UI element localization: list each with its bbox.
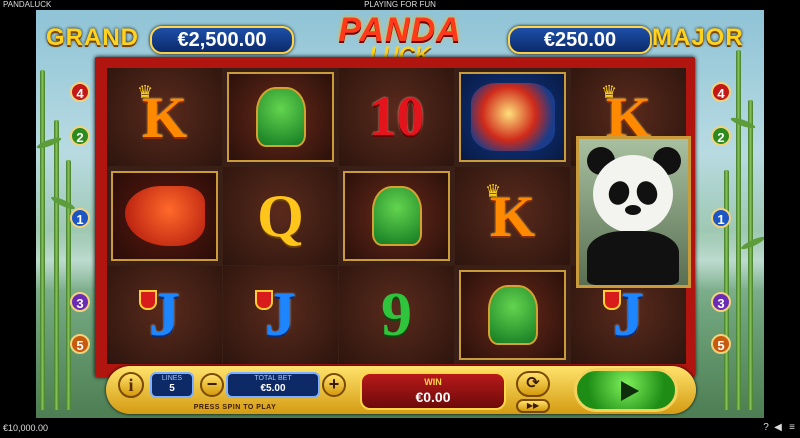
crown-icon: ♛ [137,82,154,102]
bamboo-stalk [724,170,729,410]
symbol-k: ♛ K [107,68,222,166]
payline-badge-right[interactable]: 4 [711,82,731,102]
play-icon [621,381,639,401]
win-value: €0.00 [415,389,451,405]
bamboo-stalk [66,160,71,410]
foo-dog-icon [487,285,538,345]
lines-label: LINES [161,375,183,382]
panda-nose [625,205,641,215]
spin-button[interactable] [574,368,678,412]
help-icon[interactable]: ? [760,422,772,434]
payline-badge-left[interactable]: 4 [70,82,90,102]
info-button[interactable]: i [118,372,144,398]
major-value: €250.00 [508,26,652,54]
top-bar: PANDALUCK PLAYING FOR FUN [0,0,800,10]
payline-badge-right[interactable]: 3 [711,292,731,312]
foo-dog-icon [371,186,422,246]
symbol-foo-dog [339,167,454,265]
symbol-q: Q [223,167,338,265]
bamboo-stalk [54,120,59,410]
shield-icon [139,290,157,310]
symbol-panda [576,136,691,288]
win-display: WIN €0.00 [360,372,506,410]
crown-icon: ♛ [601,82,618,102]
balance-value: €10,000.00 [3,423,49,433]
foo-dog-icon [255,87,306,147]
fast-forward-icon: ▶▶ [526,401,540,410]
payline-badge-right[interactable]: 5 [711,334,731,354]
total-bet-value: €5.00 [260,383,286,394]
bamboo-stalk [40,70,45,410]
bamboo-stalk [748,100,753,410]
press-spin-hint: PRESS SPIN TO PLAY [193,404,277,411]
bottom-bar: €10,000.00 ? ◀ ≡ [0,418,800,438]
payline-badge-left[interactable]: 1 [70,208,90,228]
refresh-icon: ⟳ [526,375,540,392]
lines-value: 5 [169,383,175,394]
symbol-j: J [223,266,338,364]
phoenix-icon [124,186,205,246]
symbol-phoenix [107,167,222,265]
turbo-button[interactable]: ▶▶ [516,399,550,413]
autoplay-button[interactable]: ⟳ [516,371,550,397]
grand-label: GRAND [46,24,139,51]
payline-badge-left[interactable]: 5 [70,334,90,354]
play-mode-label: PLAYING FOR FUN [364,0,436,9]
win-label: WIN [424,377,442,387]
crown-icon: ♛ [485,181,502,201]
increase-bet-button[interactable]: + [322,373,346,397]
symbol-9: 9 [339,266,454,364]
symbol-dragon [455,68,570,166]
dragon-icon [470,83,555,151]
lines-display: LINES 5 [150,372,194,398]
payline-badge-right[interactable]: 1 [711,208,731,228]
symbol-j: J [107,266,222,364]
symbol-foo-dog [455,266,570,364]
total-bet-label: TOTAL BET [254,375,292,382]
symbol-10: 10 [339,68,454,166]
speaker-icon[interactable]: ◀ [772,422,784,434]
symbol-foo-dog [223,68,338,166]
shield-icon [603,290,621,310]
bamboo-stalk [736,50,741,410]
menu-icon[interactable]: ≡ [786,422,798,434]
panda-body [587,231,679,285]
shield-icon [255,290,273,310]
symbol-k: ♛ K [455,167,570,265]
payline-badge-right[interactable]: 2 [711,126,731,146]
grand-value: €2,500.00 [150,26,294,54]
payline-badge-left[interactable]: 3 [70,292,90,312]
payline-badge-left[interactable]: 2 [70,126,90,146]
major-label: MAJOR [652,24,744,51]
panda-icon [593,155,673,233]
total-bet-display: TOTAL BET €5.00 [226,372,320,398]
decrease-bet-button[interactable]: − [200,373,224,397]
